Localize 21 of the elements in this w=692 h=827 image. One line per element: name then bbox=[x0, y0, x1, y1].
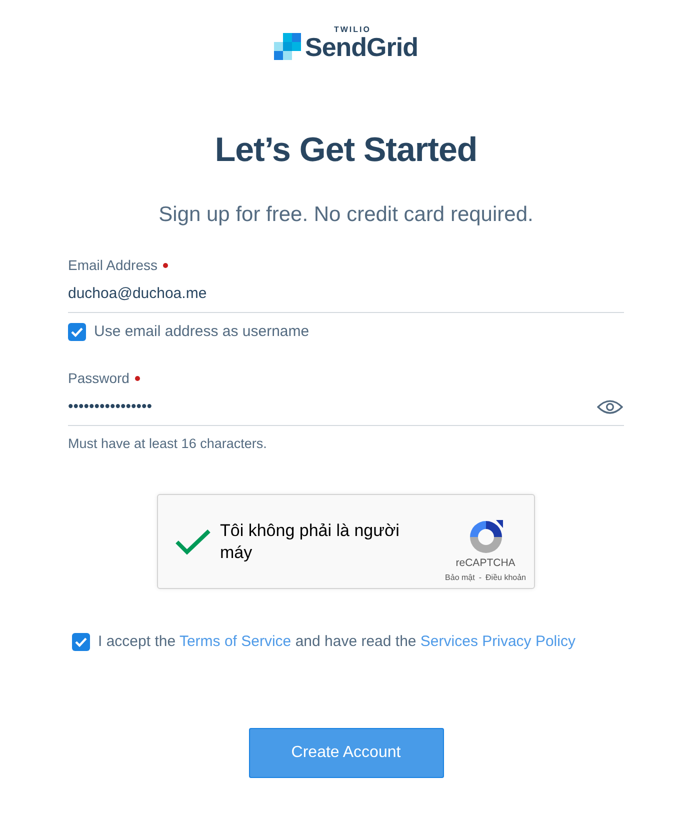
page-title: Let’s Get Started bbox=[214, 130, 478, 171]
checkbox-label: Use email address as username bbox=[94, 322, 310, 342]
separator-text: - bbox=[478, 572, 482, 584]
password-field[interactable]: •••••••••••••••• bbox=[68, 393, 624, 426]
checkmark-icon[interactable] bbox=[174, 528, 212, 556]
logo-text: SendGrid bbox=[304, 34, 418, 60]
logo-icon bbox=[274, 33, 301, 60]
email-field[interactable]: duchoa@duchoa.me bbox=[68, 280, 624, 313]
captcha-label: Tôi không phải là người máy bbox=[220, 520, 400, 563]
terms-text: I accept the Terms of Service and have read the Services Privacy Policy bbox=[98, 632, 576, 652]
field-label: Password bbox=[68, 369, 130, 388]
checkbox[interactable] bbox=[72, 633, 90, 652]
checkbox[interactable] bbox=[68, 323, 86, 342]
captcha-link[interactable]: Bảo mật bbox=[445, 572, 475, 584]
field-label: Email Address bbox=[68, 256, 158, 276]
captcha-link[interactable]: Điều khoản bbox=[486, 572, 526, 584]
help-text: Must have at least 16 characters. bbox=[68, 434, 268, 453]
logo-overline: TWILIO bbox=[334, 26, 372, 34]
subtitle: Sign up for free. No credit card required. bbox=[158, 202, 534, 228]
eye-icon[interactable] bbox=[597, 399, 623, 416]
captcha-brand: reCAPTCHA bbox=[456, 556, 516, 572]
